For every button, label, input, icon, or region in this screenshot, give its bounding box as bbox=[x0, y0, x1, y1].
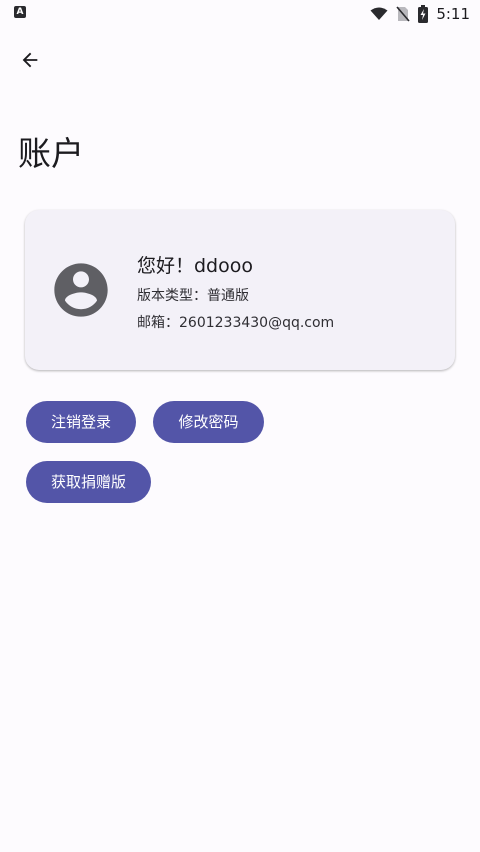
battery-charging-icon bbox=[418, 5, 429, 23]
logout-button[interactable]: 注销登录 bbox=[26, 401, 136, 443]
account-circle-icon bbox=[49, 258, 113, 322]
account-card: 您好！ddooo 版本类型：普通版 邮箱：2601233430@qq.com bbox=[25, 210, 455, 370]
arrow-left-icon bbox=[22, 52, 38, 68]
version-type-text: 版本类型：普通版 bbox=[137, 288, 249, 304]
page-title: 账户 bbox=[18, 134, 84, 173]
change-password-button[interactable]: 修改密码 bbox=[153, 401, 264, 443]
notification-a-icon: A bbox=[14, 6, 26, 18]
status-bar: A 5:11 bbox=[0, 0, 480, 28]
wifi-icon bbox=[370, 7, 388, 21]
back-button[interactable] bbox=[10, 40, 50, 80]
greeting-text: 您好！ddooo bbox=[137, 255, 253, 277]
status-icons: 5:11 bbox=[370, 4, 470, 24]
clock: 5:11 bbox=[436, 5, 470, 23]
email-text: 邮箱：2601233430@qq.com bbox=[137, 315, 335, 331]
no-sim-icon bbox=[396, 6, 410, 22]
get-donation-version-button[interactable]: 获取捐赠版 bbox=[26, 461, 151, 503]
